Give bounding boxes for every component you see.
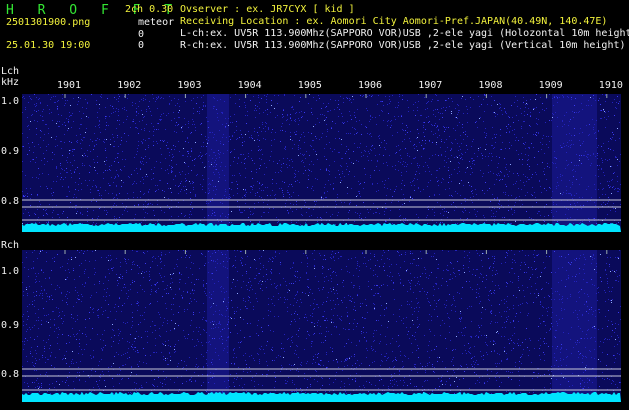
- rch-info: R-ch:ex. UV5R 113.900Mhz(SAPPORO VOR)USB…: [180, 40, 626, 51]
- filename: 2501301900.png: [6, 17, 91, 28]
- observer-info: Ovserver : ex. JR7CYX [ kid ]: [180, 4, 355, 15]
- lch-ytick: 0.9: [1, 146, 20, 157]
- lch-label: Lch: [1, 66, 20, 77]
- time-tick-label: 1901: [57, 80, 82, 91]
- time-tick-label: 1910: [598, 80, 623, 91]
- lch-spectrogram-canvas: [22, 94, 621, 232]
- time-tick-label: 1908: [478, 80, 503, 91]
- rch-ytick: 0.9: [1, 320, 20, 331]
- time-tick-label: 1905: [297, 80, 322, 91]
- rch-spectrogram-canvas: [22, 250, 621, 402]
- lch-unit: kHz: [1, 77, 20, 88]
- lch-spectrogram: [22, 94, 621, 232]
- rch-label: Rch: [1, 240, 20, 251]
- rch-ytick: 1.0: [1, 266, 20, 277]
- time-tick-label: 1904: [237, 80, 262, 91]
- time-tick-label: 1902: [117, 80, 142, 91]
- meteor-count-rch: 0: [138, 40, 145, 51]
- meteor-label: meteor: [138, 17, 175, 28]
- version-label: 2ch 0.30: [125, 4, 174, 15]
- time-tick-label: 1907: [418, 80, 443, 91]
- lch-ytick: 1.0: [1, 96, 20, 107]
- rch-spectrogram: [22, 250, 621, 402]
- time-tick-label: 1909: [538, 80, 563, 91]
- rch-ytick: 0.8: [1, 369, 20, 380]
- time-tick-label: 1903: [177, 80, 202, 91]
- time-tick-label: 1906: [358, 80, 383, 91]
- location-info: Receiving Location : ex. Aomori City Aom…: [180, 16, 608, 27]
- meteor-count-lch: 0: [138, 29, 145, 40]
- datetime: 25.01.30 19:00: [6, 40, 91, 51]
- lch-info: L-ch:ex. UV5R 113.900Mhz(SAPPORO VOR)USB…: [180, 28, 629, 39]
- lch-ytick: 0.8: [1, 196, 20, 207]
